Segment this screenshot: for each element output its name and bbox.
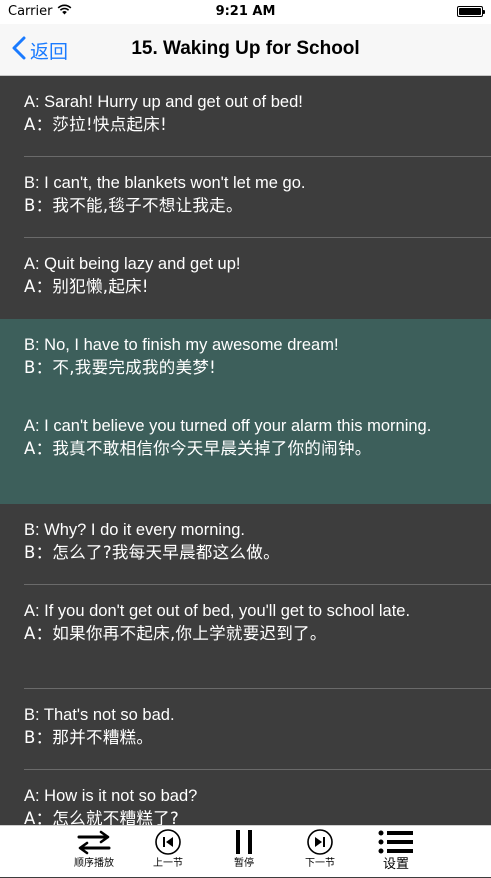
dialogue-row-highlighted[interactable]: B: No, I have to finish my awesome dream…	[0, 319, 491, 400]
dialogue-chinese: B：怎么了?我每天早晨都这么做。	[24, 543, 280, 562]
dialogue-english: A: Quit being lazy and get up!	[24, 255, 241, 273]
dialogue-row[interactable]: B: That's not so bad. B：那并不糟糕。	[0, 689, 491, 770]
skip-next-icon	[306, 826, 334, 858]
settings-button[interactable]: 设置	[374, 826, 418, 878]
dialogue-chinese: A：别犯懒,起床!	[24, 277, 149, 296]
dialogue-english: A: How is it not so bad?	[24, 787, 198, 805]
next-section-button[interactable]: 下一节	[298, 826, 342, 878]
status-time: 9:21 AM	[215, 4, 276, 19]
dialogue-row[interactable]: A: If you don't get out of bed, you'll g…	[0, 585, 491, 689]
dialogue-chinese: A：我真不敢相信你今天早晨关掉了你的闹钟。	[24, 439, 372, 458]
previous-section-label: 上一节	[153, 858, 183, 869]
playback-toolbar: 顺序播放 上一节 暂停 下一节 设置	[0, 825, 491, 877]
sequential-play-label: 顺序播放	[74, 858, 114, 869]
pause-button[interactable]: 暂停	[222, 826, 266, 878]
previous-section-button[interactable]: 上一节	[146, 826, 190, 878]
list-menu-icon	[378, 826, 414, 858]
battery-icon	[457, 6, 485, 17]
dialogue-chinese: A：如果你再不起床,你上学就要迟到了。	[24, 624, 327, 643]
dialogue-row[interactable]: B: Why? I do it every morning. B：怎么了?我每天…	[0, 504, 491, 585]
dialogue-english: B: I can't, the blankets won't let me go…	[24, 174, 306, 192]
dialogue-english: A: Sarah! Hurry up and get out of bed!	[24, 93, 303, 111]
pause-label: 暂停	[234, 858, 254, 869]
dialogue-english: A: I can't believe you turned off your a…	[24, 417, 432, 435]
dialogue-list[interactable]: A: Sarah! Hurry up and get out of bed! A…	[0, 76, 491, 825]
dialogue-row-highlighted[interactable]: A: I can't believe you turned off your a…	[0, 400, 491, 504]
skip-previous-icon	[154, 826, 182, 858]
status-bar: Carrier 9:21 AM	[0, 0, 491, 24]
dialogue-english: B: Why? I do it every morning.	[24, 521, 246, 539]
sequential-play-button[interactable]: 顺序播放	[68, 826, 120, 878]
next-section-label: 下一节	[305, 858, 335, 869]
dialogue-chinese: A：莎拉!快点起床!	[24, 115, 168, 134]
dialogue-english: B: That's not so bad.	[24, 706, 175, 724]
dialogue-english: B: No, I have to finish my awesome dream…	[24, 336, 339, 354]
dialogue-chinese: A：怎么就不糟糕了?	[24, 809, 180, 825]
page-title: 15. Waking Up for School	[131, 38, 360, 59]
dialogue-chinese: B：那并不糟糕。	[24, 728, 154, 747]
dialogue-english: A: If you don't get out of bed, you'll g…	[24, 602, 411, 620]
dialogue-row[interactable]: A: Sarah! Hurry up and get out of bed! A…	[0, 76, 491, 157]
settings-label: 设置	[382, 857, 409, 872]
pause-icon	[233, 826, 255, 858]
dialogue-row[interactable]: A: How is it not so bad? A：怎么就不糟糕了?	[0, 770, 491, 825]
navigation-bar: 返回 15. Waking Up for School	[0, 24, 491, 76]
dialogue-chinese: B：我不能,毯子不想让我走。	[24, 196, 243, 215]
dialogue-row[interactable]: A: Quit being lazy and get up! A：别犯懒,起床!	[0, 238, 491, 319]
dialogue-row[interactable]: B: I can't, the blankets won't let me go…	[0, 157, 491, 238]
shuffle-arrows-icon	[77, 826, 111, 858]
dialogue-chinese: B：不,我要完成我的美梦!	[24, 358, 217, 377]
